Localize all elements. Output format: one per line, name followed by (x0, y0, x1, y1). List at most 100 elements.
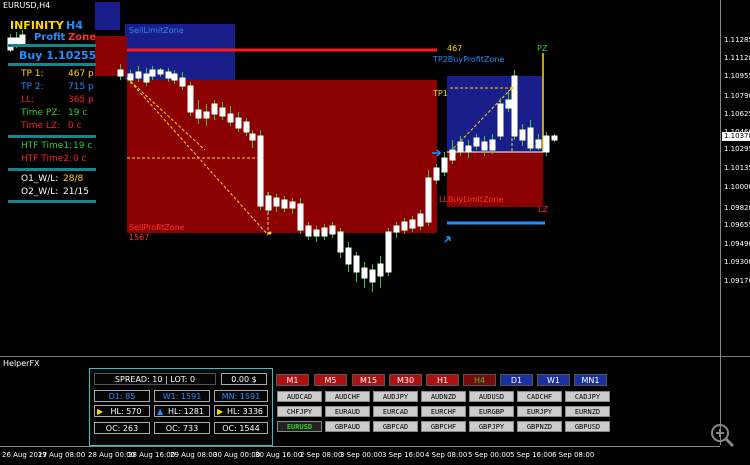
candle (361, 267, 368, 279)
candle (203, 111, 210, 119)
time-label: 5 Sep 16:00 (510, 451, 553, 459)
candle (393, 225, 400, 233)
candle (535, 139, 542, 149)
candle (179, 77, 186, 87)
time-label: 27 Aug 08:00 (38, 451, 86, 459)
timeframe-button-h4[interactable]: H4 (463, 374, 496, 386)
time-label: 28 Aug 16:00 (128, 451, 176, 459)
candle (243, 121, 250, 133)
info-row-label: Time PZ: (21, 108, 61, 118)
triangle-right-icon: ▶ (97, 407, 104, 416)
candle (497, 103, 504, 137)
candle (235, 117, 242, 129)
price-label: 1.10790 (724, 92, 750, 100)
timeframe-button-m1[interactable]: M1 (276, 374, 309, 386)
pair-button-cadjpy[interactable]: CADJPY (565, 391, 610, 402)
candle (227, 113, 234, 123)
spread-lot: SPREAD: 10 | LOT: 0 (94, 373, 216, 385)
pair-button-cadchf[interactable]: CADCHF (517, 391, 562, 402)
candle (457, 141, 464, 153)
separator (8, 168, 96, 171)
timeframe-button-w1[interactable]: W1 (537, 374, 570, 386)
pair-button-audjpy[interactable]: AUDJPY (373, 391, 418, 402)
pair-button-gbpusd[interactable]: GBPUSD (565, 421, 610, 432)
ll-buy-limit-zone-label: LLBuyLimitZone (439, 195, 504, 204)
o2-wl-label: O2_W/L: (21, 187, 59, 197)
tp1-label: TP1 (433, 89, 448, 98)
o1-wl-label: O1_W/L: (21, 174, 59, 184)
info-panel: INFINITY H4 Profit Zone Buy 1.10255 TP 1… (8, 14, 98, 204)
pair-button-gbpaud[interactable]: GBPAUD (325, 421, 370, 432)
candle (441, 157, 448, 173)
time-label: 29 Aug 08:00 (170, 451, 218, 459)
pair-button-gbpnzd[interactable]: GBPNZD (517, 421, 562, 432)
pair-button-eurnzd[interactable]: EURNZD (565, 406, 610, 417)
pair-button-gbpcad[interactable]: GBPCAD (373, 421, 418, 432)
candle (249, 133, 256, 141)
separator (8, 63, 96, 66)
candle (465, 145, 472, 153)
pz-label: PZ (537, 44, 548, 53)
zoom-icon[interactable] (703, 420, 741, 450)
info-row-value: 365 p (68, 95, 94, 105)
price-label: 1.10955 (724, 72, 750, 80)
pair-button-audusd[interactable]: AUDUSD (469, 391, 514, 402)
sell-limit-zone-left (95, 2, 120, 30)
candle (281, 199, 288, 209)
mn-range: MN: 1591 (214, 390, 268, 402)
candle (409, 219, 416, 229)
pair-button-gbpjpy[interactable]: GBPJPY (469, 421, 514, 432)
chart-window[interactable]: EURUSD,H4 SellLimitZone SellProfitZone 1… (0, 0, 750, 357)
candle (157, 69, 164, 75)
time-label: 6 Sep 08:00 (552, 451, 595, 459)
price-label: 1.11285 (724, 36, 750, 44)
price-label: 1.09300 (724, 258, 750, 266)
pair-button-chfjpy[interactable]: CHFJPY (277, 406, 322, 417)
price-chart[interactable] (0, 0, 720, 356)
separator (8, 135, 96, 138)
info-row-label: Time LZ: (21, 121, 61, 131)
timeframe-button-d1[interactable]: D1 (500, 374, 533, 386)
pair-button-gbpchf[interactable]: GBPCHF (421, 421, 466, 432)
candle (433, 167, 440, 181)
timeframe-button-m15[interactable]: M15 (352, 374, 385, 386)
candle (313, 229, 320, 237)
timeframe-button-h1[interactable]: H1 (426, 374, 459, 386)
candle (273, 197, 280, 207)
candle (353, 255, 360, 273)
time-label: 5 Sep 00:00 (468, 451, 511, 459)
oc-w1: OC: 733 (154, 422, 210, 434)
candle (195, 109, 202, 119)
candle (551, 135, 558, 141)
pair-button-eurchf[interactable]: EURCHF (421, 406, 466, 417)
time-label: 3 Sep 16:00 (382, 451, 425, 459)
price-label: 1.11120 (724, 54, 750, 62)
pair-button-audcad[interactable]: AUDCAD (277, 391, 322, 402)
sell-limit-zone-label: SellLimitZone (129, 26, 184, 35)
current-price-tag: 1.10370 (722, 132, 750, 141)
timeframe-button-m5[interactable]: M5 (314, 374, 347, 386)
price-label: 1.10000 (724, 183, 750, 191)
pair-button-eurjpy[interactable]: EURJPY (517, 406, 562, 417)
o2-wl-value: 21/15 (63, 187, 89, 197)
htf-time2-value: 0 c (73, 154, 87, 164)
candle (377, 263, 384, 277)
pair-button-eurcad[interactable]: EURCAD (373, 406, 418, 417)
pair-button-audnzd[interactable]: AUDNZD (421, 391, 466, 402)
pair-button-eurusd[interactable]: EURUSD (277, 421, 322, 432)
price-label: 1.10625 (724, 110, 750, 118)
candle (505, 99, 512, 109)
candle (143, 73, 150, 83)
pair-button-euraud[interactable]: EURAUD (325, 406, 370, 417)
o1-wl-value: 28/8 (63, 174, 84, 184)
timeframe-button-mn1[interactable]: MN1 (574, 374, 607, 386)
candle (511, 75, 518, 137)
info-row-label: LL: (21, 95, 35, 105)
price-label: 1.10135 (724, 164, 750, 172)
candle (345, 247, 352, 265)
pair-button-eurgbp[interactable]: EURGBP (469, 406, 514, 417)
candle (257, 135, 264, 207)
timeframe-button-m30[interactable]: M30 (389, 374, 422, 386)
pair-button-audchf[interactable]: AUDCHF (325, 391, 370, 402)
helper-title: HelperFX (3, 359, 40, 368)
